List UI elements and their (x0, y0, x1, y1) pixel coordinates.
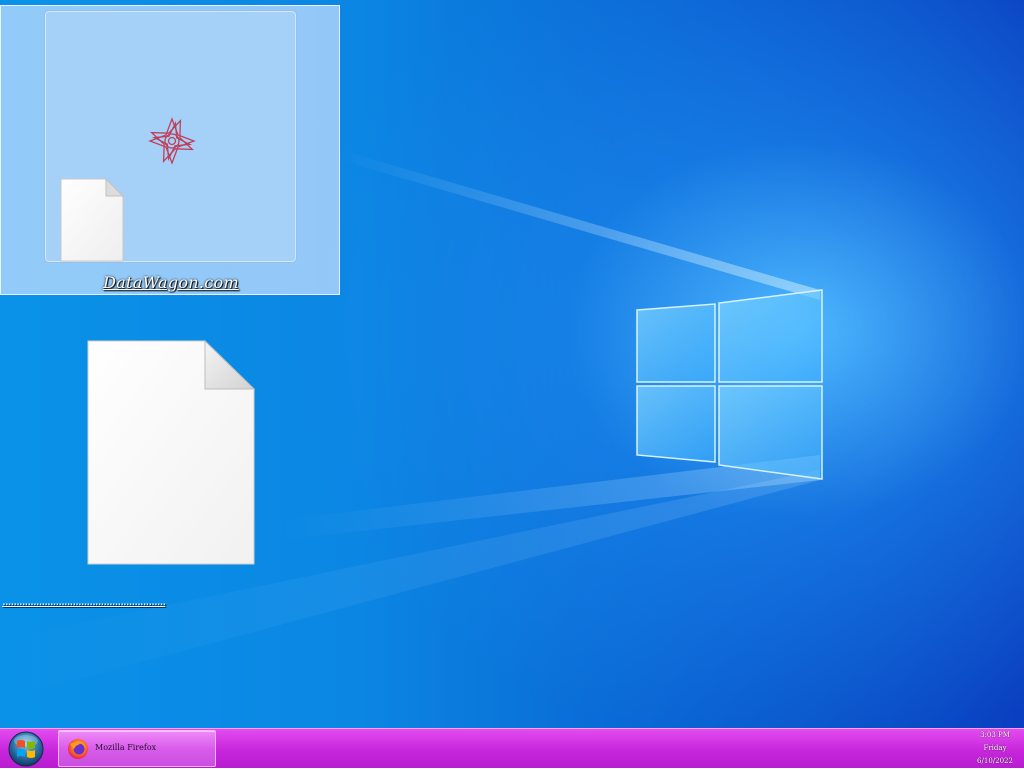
taskbar-button-label: Mozilla Firefox (95, 743, 157, 752)
clock-time: 3:03 PM (980, 731, 1010, 739)
clock-day: Friday (983, 744, 1007, 752)
star-logo-icon (148, 117, 196, 165)
clock-date: 6/10/2022 (977, 757, 1013, 765)
desktop[interactable]: DataWagon.com ..........................… (0, 0, 1024, 728)
system-clock[interactable]: 3:03 PM Friday 6/10/2022 (966, 729, 1024, 769)
taskbar: Mozilla Firefox 3:03 PM Friday 6/10/2022 (0, 728, 1024, 768)
start-orb-icon[interactable] (7, 731, 45, 767)
small-document-icon (60, 178, 124, 262)
icon-label: ........................................… (2, 594, 166, 608)
icon-thumbnail (44, 10, 297, 263)
windows-wallpaper-logo-icon (636, 289, 823, 480)
desktop-icon-datawagon[interactable]: DataWagon.com (0, 5, 340, 295)
firefox-icon (68, 739, 88, 759)
icon-label: DataWagon.com (103, 273, 239, 292)
document-icon (87, 340, 255, 565)
taskbar-button-firefox[interactable]: Mozilla Firefox (58, 730, 216, 767)
